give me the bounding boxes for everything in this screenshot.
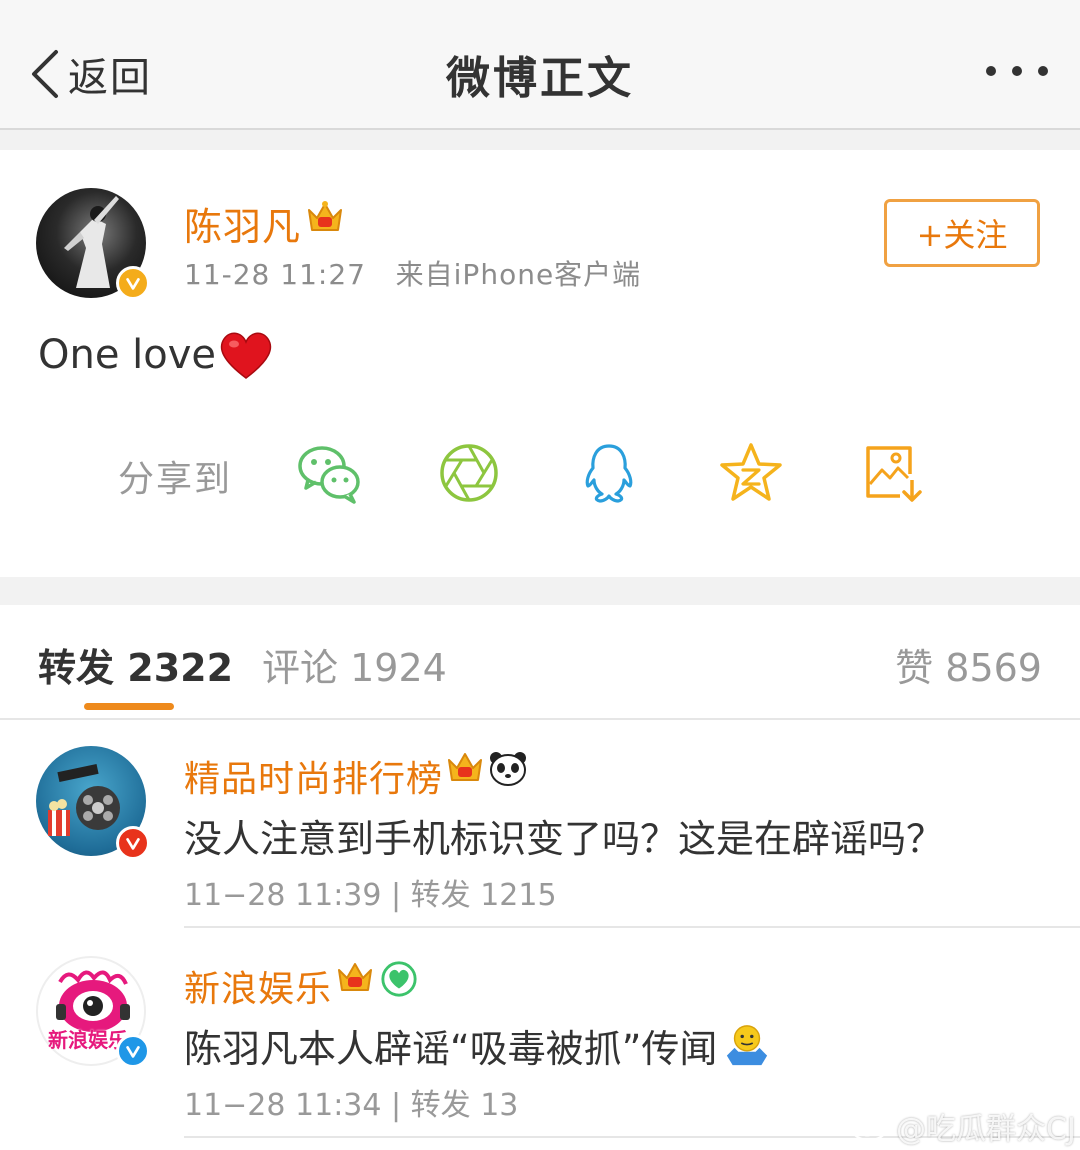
user-avatar[interactable]	[36, 746, 150, 860]
save-image-icon[interactable]	[860, 440, 926, 506]
post-text: One love	[38, 332, 217, 378]
top-nav-bar: 返回 微博正文	[0, 0, 1080, 130]
vip-crown-icon	[448, 753, 482, 781]
shrug-emoji-icon	[727, 1024, 768, 1065]
user-avatar[interactable]: 新浪娱乐	[36, 956, 150, 1068]
post-source: 来自iPhone客户端	[395, 258, 642, 291]
tab-comments-label: 评论	[262, 646, 339, 690]
tab-likes[interactable]: 赞 8569	[895, 637, 1042, 692]
qzone-icon[interactable]	[718, 440, 784, 506]
weibo-watermark: @吃瓜群众CJ	[850, 1104, 1076, 1148]
wechat-icon[interactable]	[296, 440, 362, 506]
post-meta: 11-28 11:27 来自iPhone客户端	[184, 253, 641, 293]
interaction-tabs: 转发 2322 评论 1924 赞 8569	[0, 605, 1080, 720]
ellipsis-icon	[986, 66, 996, 76]
repost-list: 精品时尚排行榜 没人注意到手机标识变了吗？这是在辟谣吗？ 11−28 11:39…	[0, 720, 1080, 1150]
page-title: 微博正文	[446, 53, 634, 104]
green-heart-badge-icon	[381, 961, 417, 997]
post-content: One love	[38, 330, 274, 380]
moments-icon[interactable]	[436, 440, 502, 506]
repost-text: 陈羽凡本人辟谣“吸毒被抓”传闻	[184, 1018, 771, 1073]
tab-comments[interactable]: 评论 1924	[262, 637, 447, 692]
author-name[interactable]: 陈羽凡	[184, 196, 301, 251]
verified-badge	[116, 826, 150, 860]
ellipsis-icon	[1012, 66, 1022, 76]
ellipsis-icon	[1038, 66, 1048, 76]
tab-reposts-count: 2322	[127, 646, 234, 690]
qq-icon[interactable]	[576, 440, 642, 506]
tab-likes-count: 8569	[945, 646, 1042, 690]
repost-meta: 11−28 11:39 | 转发 1215	[184, 878, 557, 913]
divider	[184, 926, 1080, 928]
more-options-button[interactable]	[986, 56, 1050, 86]
repost-author-name[interactable]: 新浪娱乐	[184, 960, 332, 1012]
weibo-logo-icon	[851, 1111, 890, 1142]
author-avatar[interactable]	[36, 188, 150, 300]
repost-text-content: 陈羽凡本人辟谣“吸毒被抓”传闻	[184, 1027, 718, 1071]
tab-reposts-label: 转发	[38, 646, 115, 690]
tab-comments-count: 1924	[350, 646, 447, 690]
follow-button[interactable]: +关注	[884, 199, 1040, 267]
vip-crown-icon	[308, 201, 342, 231]
red-heart-icon	[220, 332, 272, 379]
verified-badge	[116, 266, 150, 300]
repost-text: 没人注意到手机标识变了吗？这是在辟谣吗？	[184, 817, 945, 861]
active-tab-indicator	[84, 703, 174, 710]
post-card: 陈羽凡 11-28 11:27 来自iPhone客户端 +关注 One love…	[0, 150, 1080, 577]
repost-meta: 11−28 11:34 | 转发 13	[184, 1088, 519, 1123]
verified-badge	[116, 1034, 150, 1068]
repost-author-name[interactable]: 精品时尚排行榜	[184, 750, 443, 802]
watermark-text: @吃瓜群众CJ	[896, 1112, 1076, 1147]
list-item[interactable]: 精品时尚排行榜 没人注意到手机标识变了吗？这是在辟谣吗？ 11−28 11:39…	[0, 720, 1080, 928]
share-label: 分享到	[118, 459, 233, 500]
panda-icon	[490, 752, 526, 786]
tab-reposts[interactable]: 转发 2322	[38, 637, 233, 692]
vip-crown-icon	[338, 963, 372, 991]
post-time: 11-28 11:27	[184, 258, 366, 291]
tab-likes-label: 赞	[895, 646, 934, 690]
